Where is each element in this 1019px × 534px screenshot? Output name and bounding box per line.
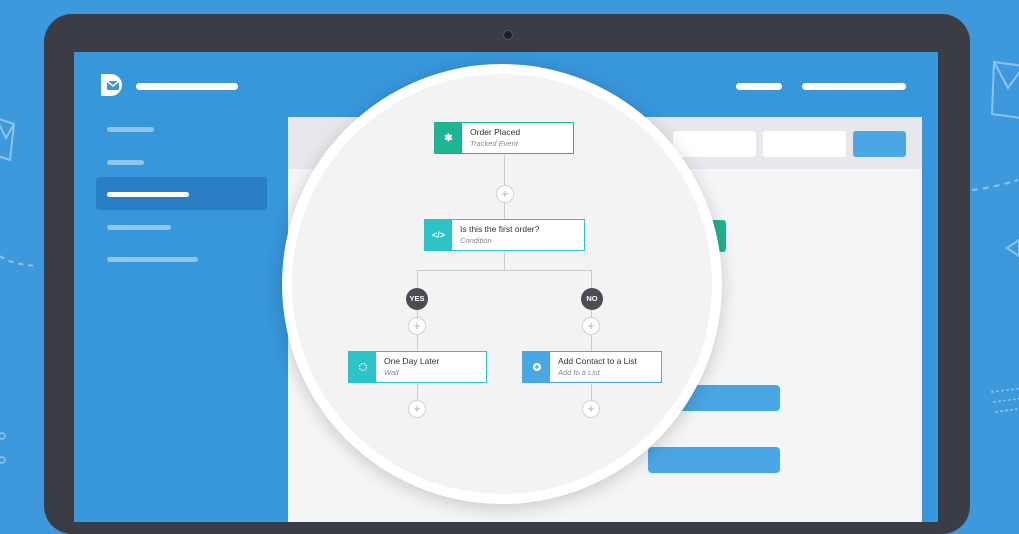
add-step-no-button[interactable]: + (582, 317, 600, 335)
wait-subtitle: Wait (384, 367, 399, 377)
envelope-lines-doodle-icon (990, 387, 1019, 413)
paper-plane-doodle-icon (1005, 238, 1019, 258)
app-logo-icon (101, 74, 122, 96)
condition-title: Is this the first order? (460, 224, 540, 234)
toolbar-button-2[interactable] (763, 131, 846, 157)
connector-line (417, 270, 592, 271)
trigger-title: Order Placed (470, 127, 521, 137)
header-link-2[interactable] (802, 83, 906, 90)
envelope-doodle-right-icon (990, 60, 1019, 119)
dashed-trail-right (972, 179, 1019, 191)
add-step-yes-button[interactable]: + (408, 317, 426, 335)
action-subtitle: Add to a List (558, 367, 600, 377)
condition-subtitle: Condition (460, 235, 492, 245)
header-link-1[interactable] (736, 83, 782, 90)
connector-line (591, 270, 592, 351)
add-step-button[interactable]: + (496, 185, 514, 203)
add-step-after-action-button[interactable]: + (582, 400, 600, 418)
app-title-placeholder (136, 83, 238, 90)
toolbar-primary-button[interactable] (853, 131, 906, 157)
plus-circle-icon (523, 352, 550, 382)
wait-title: One Day Later (384, 356, 440, 366)
webcam-icon (503, 30, 513, 40)
branch-yes-badge: YES (406, 288, 428, 310)
trigger-node[interactable]: ✱ Order Placed Tracked Event (434, 122, 574, 154)
sidebar-item-4[interactable] (107, 225, 171, 230)
add-step-after-wait-button[interactable]: + (408, 400, 426, 418)
condition-node[interactable]: </> Is this the first order? Condition (424, 219, 585, 251)
spinner-icon (349, 352, 376, 382)
asterisk-icon: ✱ (435, 123, 462, 153)
sidebar-item-active-label (107, 192, 189, 197)
connector-line (417, 270, 418, 351)
dots-doodle-icon (0, 432, 6, 464)
action-node[interactable]: Add Contact to a List Add to a List (522, 351, 662, 383)
dashed-trail-left (0, 255, 37, 267)
sidebar-item-1[interactable] (107, 127, 154, 132)
sidebar-item-2[interactable] (107, 160, 144, 165)
wait-node[interactable]: One Day Later Wait (348, 351, 487, 383)
sidebar-item-5[interactable] (107, 257, 198, 262)
branch-no-badge: NO (581, 288, 603, 310)
code-icon: </> (425, 220, 452, 250)
connector-line (504, 252, 505, 270)
workflow-magnifier: ✱ Order Placed Tracked Event + </> Is th… (292, 74, 712, 494)
trigger-subtitle: Tracked Event (470, 138, 518, 148)
action-title: Add Contact to a List (558, 356, 637, 366)
envelope-doodle-left-icon (0, 118, 16, 162)
